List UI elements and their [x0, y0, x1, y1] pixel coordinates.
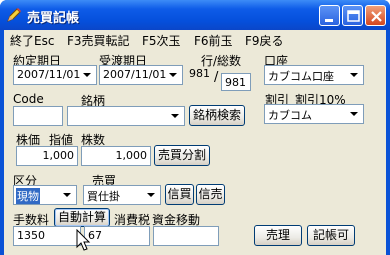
broker-value: カブコム: [268, 109, 312, 122]
yakujo-date-value: 2007/11/01: [17, 68, 81, 81]
menu-bar: 終了Esc F3売買転記 F5次玉 F6前玉 F9戻る: [4, 30, 386, 48]
close-button[interactable]: [365, 5, 386, 26]
minimize-button[interactable]: [319, 5, 340, 26]
credit-sell-button[interactable]: 信売: [196, 184, 225, 205]
form-area: 終了Esc F3売買転記 F5次玉 F6前玉 F9戻る 約定期日 受渡期日 行/…: [4, 30, 386, 255]
code-input[interactable]: [13, 106, 63, 126]
chevron-down-icon[interactable]: [346, 67, 362, 83]
title-bar[interactable]: 売買記帳: [0, 0, 390, 30]
auto-calc-button[interactable]: 自動計算: [54, 208, 110, 227]
ukewatashi-date-picker[interactable]: 2007/11/01: [99, 65, 183, 85]
chevron-down-icon[interactable]: [346, 106, 362, 122]
fund-input[interactable]: [153, 226, 219, 246]
ukewatashi-date-value: 2007/11/01: [103, 68, 167, 81]
account-select[interactable]: カブコム口座: [264, 65, 364, 85]
menu-transfer[interactable]: F3売買転記: [67, 32, 130, 49]
record-button[interactable]: 記帳可: [307, 225, 355, 246]
broker-select[interactable]: カブコム: [264, 104, 364, 124]
split-trade-button[interactable]: 売買分割: [154, 145, 210, 166]
chevron-down-icon[interactable]: [165, 67, 181, 83]
code-label: Code: [13, 92, 44, 106]
baibai-select[interactable]: 買仕掛: [83, 185, 161, 205]
app-pen-icon: [7, 8, 21, 22]
minimize-icon: [325, 19, 333, 22]
window-title: 売買記帳: [27, 11, 80, 26]
fee-input[interactable]: 1350: [13, 226, 81, 246]
meigara-select[interactable]: [67, 106, 185, 126]
app-window: 売買記帳 終了Esc F3売買転記 F5次玉 F6前玉 F9戻る 約定期日 受渡…: [0, 0, 390, 255]
chevron-down-icon[interactable]: [79, 67, 95, 83]
search-meigara-button[interactable]: 銘柄検索: [189, 105, 245, 126]
menu-exit[interactable]: 終了Esc: [10, 32, 54, 49]
account-value: カブコム口座: [268, 70, 334, 83]
chevron-down-icon[interactable]: [167, 108, 183, 124]
price-input[interactable]: 1,000: [16, 146, 78, 166]
maximize-icon: [347, 10, 360, 22]
total-field: 981: [221, 73, 251, 91]
maximize-button[interactable]: [342, 5, 363, 26]
close-icon: [371, 11, 382, 22]
menu-back[interactable]: F9戻る: [245, 32, 284, 49]
sell-button[interactable]: 売理: [254, 225, 302, 246]
baibai-value: 買仕掛: [87, 190, 120, 203]
row-separator: /: [214, 70, 219, 85]
yakujo-date-picker[interactable]: 2007/11/01: [13, 65, 97, 85]
chevron-down-icon[interactable]: [59, 187, 75, 203]
kubun-select[interactable]: 現物: [13, 185, 77, 205]
credit-buy-button[interactable]: 信買: [165, 184, 194, 205]
mouse-cursor-icon: [76, 229, 91, 251]
tax-input[interactable]: 67: [84, 226, 150, 246]
chevron-down-icon[interactable]: [143, 187, 159, 203]
shares-input[interactable]: 1,000: [81, 146, 151, 166]
kubun-value: 現物: [16, 188, 40, 204]
menu-prev[interactable]: F6前玉: [194, 32, 233, 49]
menu-next[interactable]: F5次玉: [142, 32, 181, 49]
